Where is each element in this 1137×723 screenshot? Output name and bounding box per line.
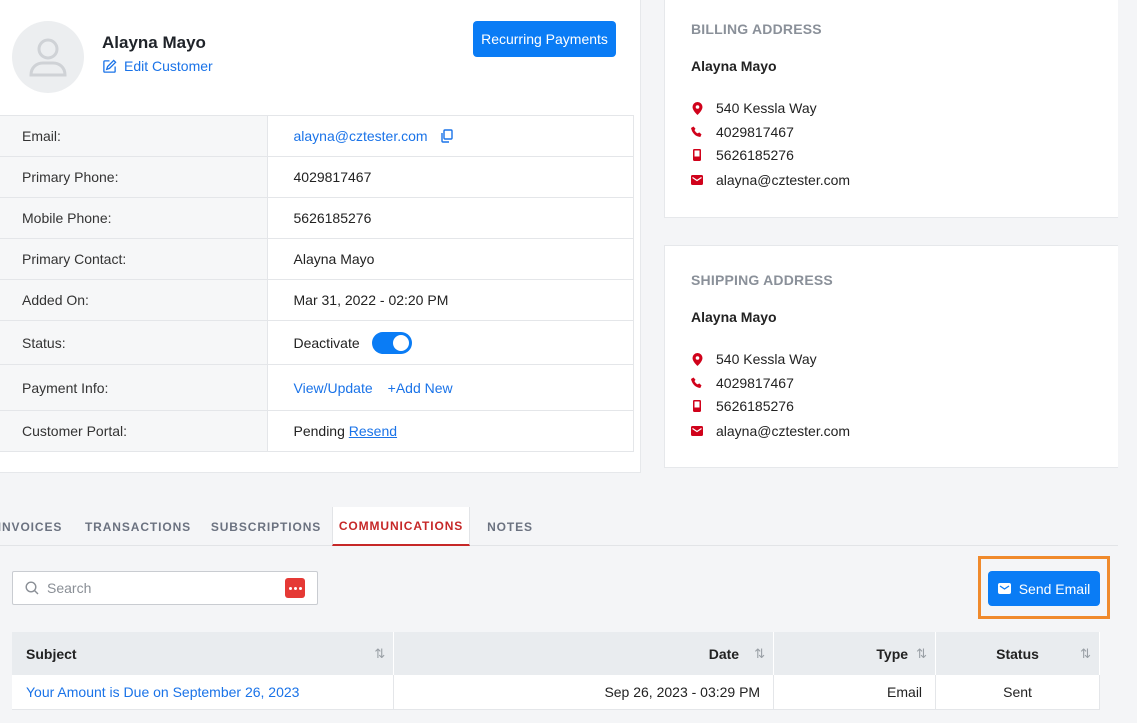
mobile-icon — [693, 149, 701, 161]
recurring-payments-button[interactable]: Recurring Payments — [473, 21, 616, 57]
billing-mobile: 5626185276 — [716, 147, 794, 163]
info-row-payment: Payment Info: View/Update +Add New — [0, 364, 634, 411]
sort-icon[interactable]: ⇅ — [374, 646, 385, 662]
edit-icon — [103, 58, 117, 73]
billing-name: Alayna Mayo — [691, 58, 777, 74]
avatar — [12, 21, 84, 93]
customer-portal-label: Customer Portal: — [0, 410, 268, 452]
column-header-type[interactable]: Type ⇅ — [773, 632, 937, 675]
send-email-label: Send Email — [1018, 580, 1091, 597]
mail-icon — [997, 583, 1011, 594]
portal-status: Pending — [293, 423, 345, 439]
column-header-subject[interactable]: Subject ⇅ — [12, 632, 395, 675]
email-icon — [691, 175, 703, 185]
primary-contact-value: Alayna Mayo — [267, 238, 634, 280]
table-header-row: Subject ⇅ Date ⇅ Type ⇅ Status ⇅ — [12, 632, 1100, 675]
added-on-label: Added On: — [0, 279, 268, 321]
info-row-status: Status: Deactivate — [0, 320, 634, 365]
add-new-payment-link[interactable]: +Add New — [388, 380, 453, 396]
search-icon — [25, 581, 39, 595]
location-pin-icon — [692, 101, 702, 115]
info-row-mobile-phone: Mobile Phone: 5626185276 — [0, 197, 634, 239]
sort-icon[interactable]: ⇅ — [916, 646, 927, 662]
tab-transactions[interactable]: TRANSACTIONS — [85, 507, 190, 546]
shipping-address-title: SHIPPING ADDRESS — [691, 272, 833, 288]
added-on-value: Mar 31, 2022 - 02:20 PM — [267, 279, 634, 321]
tab-subscriptions[interactable]: SUBSCRIPTIONS — [211, 507, 320, 546]
column-header-date[interactable]: Date ⇅ — [393, 632, 775, 675]
send-email-button[interactable]: Send Email — [988, 571, 1100, 606]
billing-address-card: BILLING ADDRESS Alayna Mayo 540 Kessla W… — [664, 0, 1118, 218]
info-row-customer-portal: Customer Portal: Pending Resend — [0, 410, 634, 452]
shipping-name: Alayna Mayo — [691, 309, 777, 325]
tab-notes[interactable]: NOTES — [486, 507, 534, 546]
info-row-primary-contact: Primary Contact: Alayna Mayo — [0, 238, 634, 280]
edit-customer-link[interactable]: Edit Customer — [102, 58, 213, 74]
copy-icon[interactable] — [440, 129, 454, 143]
search-input[interactable] — [47, 580, 285, 596]
more-options-button[interactable] — [285, 578, 305, 598]
primary-contact-label: Primary Contact: — [0, 238, 268, 280]
email-label: Email: — [0, 115, 268, 157]
user-icon — [29, 38, 67, 77]
table-row[interactable]: Your Amount is Due on September 26, 2023… — [12, 675, 1100, 710]
sort-icon[interactable]: ⇅ — [754, 646, 765, 662]
mobile-phone-label: Mobile Phone: — [0, 197, 268, 239]
email-link[interactable]: alayna@cztester.com — [294, 128, 428, 144]
info-row-added-on: Added On: Mar 31, 2022 - 02:20 PM — [0, 279, 634, 321]
edit-customer-label: Edit Customer — [124, 58, 213, 74]
status-toggle[interactable] — [371, 331, 412, 354]
tab-invoices[interactable]: INVOICES — [0, 507, 61, 546]
billing-address-title: BILLING ADDRESS — [691, 21, 822, 37]
communications-table: Subject ⇅ Date ⇅ Type ⇅ Status ⇅ Your Am… — [12, 632, 1100, 710]
primary-phone-value: 4029817467 — [267, 156, 634, 198]
column-header-status[interactable]: Status ⇅ — [935, 632, 1100, 675]
customer-name: Alayna Mayo — [102, 33, 206, 52]
sort-icon[interactable]: ⇅ — [1080, 646, 1091, 662]
resend-link[interactable]: Resend — [349, 423, 397, 439]
billing-email: alayna@cztester.com — [716, 172, 851, 188]
shipping-phone: 4029817467 — [716, 375, 794, 391]
email-icon — [691, 426, 703, 436]
status-action-label: Deactivate — [293, 334, 360, 351]
customer-info-card: Alayna Mayo Edit Customer Recurring Paym… — [0, 0, 641, 473]
payment-info-label: Payment Info: — [0, 364, 268, 411]
billing-address-line: 540 Kessla Way — [716, 100, 817, 116]
row-subject[interactable]: Your Amount is Due on September 26, 2023 — [12, 675, 395, 710]
customer-info-table: Email: alayna@cztester.com Primary Phone… — [0, 115, 634, 452]
view-update-link[interactable]: View/Update — [294, 380, 373, 396]
row-type: Email — [773, 675, 937, 710]
row-status: Sent — [935, 675, 1100, 710]
shipping-email: alayna@cztester.com — [716, 423, 851, 439]
primary-phone-label: Primary Phone: — [0, 156, 268, 198]
info-row-primary-phone: Primary Phone: 4029817467 — [0, 156, 634, 198]
info-row-email: Email: alayna@cztester.com — [0, 115, 634, 157]
shipping-address-card: SHIPPING ADDRESS Alayna Mayo 540 Kessla … — [664, 245, 1118, 468]
mobile-icon — [693, 400, 701, 412]
customer-detail-page: Alayna Mayo Edit Customer Recurring Paym… — [0, 0, 1137, 723]
phone-icon — [691, 126, 702, 137]
shipping-mobile: 5626185276 — [716, 398, 794, 414]
tab-communications[interactable]: COMMUNICATIONS — [332, 507, 470, 546]
billing-phone: 4029817467 — [716, 124, 794, 140]
section-tabs: INVOICES TRANSACTIONS SUBSCRIPTIONS COMM… — [0, 507, 1118, 546]
search-box — [12, 571, 318, 605]
location-pin-icon — [692, 352, 702, 366]
shipping-address-line: 540 Kessla Way — [716, 351, 817, 367]
status-label: Status: — [0, 320, 268, 365]
mobile-phone-value: 5626185276 — [267, 197, 634, 239]
row-date: Sep 26, 2023 - 03:29 PM — [393, 675, 775, 710]
phone-icon — [691, 377, 702, 388]
